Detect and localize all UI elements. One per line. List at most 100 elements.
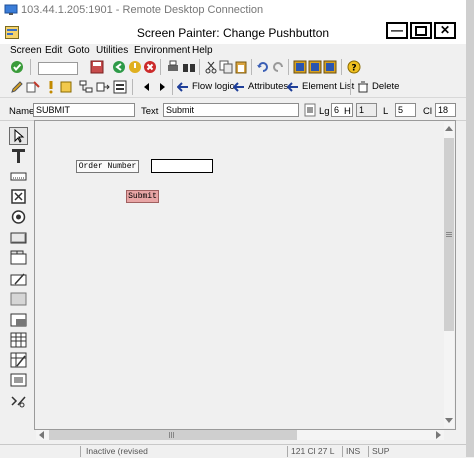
palette-radio-button[interactable] [9, 208, 28, 226]
layout-window-icon[interactable] [308, 60, 322, 74]
thumb-grip [173, 432, 174, 438]
palette-text-field[interactable] [9, 147, 28, 165]
tabstrip-icon [10, 250, 27, 265]
arrow-left-icon [233, 82, 244, 92]
scroll-left-icon[interactable] [38, 431, 44, 439]
custom-control-icon [10, 373, 27, 387]
activate-icon[interactable] [59, 80, 73, 94]
palette-select-tool[interactable] [9, 127, 28, 145]
other-object-icon[interactable] [26, 80, 40, 94]
palette-table-wizard[interactable] [9, 351, 28, 369]
exit-icon[interactable] [128, 60, 142, 74]
cancel-icon[interactable] [143, 60, 157, 74]
thumb-grip [446, 236, 452, 237]
close-icon: ✕ [439, 23, 451, 37]
layout-window-icon[interactable] [323, 60, 337, 74]
delete-label: Delete [372, 81, 400, 92]
thumb-grip [171, 432, 172, 438]
active-inactive-icon[interactable] [44, 80, 58, 94]
close-button[interactable]: ✕ [434, 22, 456, 39]
rdp-title: 103.44.1.205:1901 - Remote Desktop Conne… [21, 4, 264, 16]
save-icon[interactable] [90, 60, 104, 74]
where-used-icon[interactable] [96, 80, 110, 94]
minimize-button[interactable]: — [386, 22, 408, 39]
menu-goto[interactable]: Goto [68, 45, 90, 56]
hierarchy-icon[interactable] [79, 80, 93, 94]
scroll-up-icon[interactable] [445, 125, 453, 131]
order-number-label[interactable]: Order Number [76, 160, 139, 173]
menu-help[interactable]: Help [192, 45, 213, 56]
help-icon[interactable]: ? [347, 60, 361, 74]
palette-status-icon[interactable] [9, 392, 28, 410]
toolbar-separator [172, 79, 173, 95]
name-field[interactable]: SUBMIT [33, 103, 135, 117]
copy-icon[interactable] [219, 60, 233, 74]
arrow-left-icon [287, 82, 298, 92]
submit-pushbutton[interactable]: Submit [126, 190, 159, 203]
scroll-right-icon[interactable] [436, 431, 442, 439]
menu-screen[interactable]: Screen [10, 45, 42, 56]
height-label: H [344, 106, 351, 117]
flow-logic-button[interactable]: Flow logic [177, 80, 234, 94]
element-list-button[interactable]: Element List [287, 80, 354, 94]
palette-checkbox[interactable] [9, 188, 28, 206]
scroll-down-icon[interactable] [445, 418, 453, 424]
status-position: 121 Cl 27 L [291, 446, 335, 456]
menu-edit[interactable]: Edit [45, 45, 62, 56]
attributes-button[interactable]: Attributes [233, 80, 289, 94]
paste-icon[interactable] [234, 60, 248, 74]
delete-button[interactable]: Delete [357, 80, 400, 94]
length-label: Lg [319, 106, 330, 117]
subscreen-icon [10, 313, 27, 327]
icon-selection-icon[interactable] [304, 103, 316, 117]
toolbar-separator [199, 59, 200, 75]
remote-desktop-icon [4, 4, 18, 15]
enter-check-icon[interactable] [10, 60, 24, 74]
palette-input-field[interactable] [9, 168, 28, 186]
maximize-button[interactable] [410, 22, 432, 39]
menu-utilities[interactable]: Utilities [96, 45, 128, 56]
status-ins: INS [346, 446, 361, 456]
order-number-input[interactable] [151, 159, 213, 173]
undo-icon[interactable] [256, 60, 270, 74]
display-change-icon[interactable] [10, 80, 24, 94]
thumb-grip [446, 232, 452, 233]
height-field[interactable]: 1 [356, 103, 377, 117]
column-label: Cl [423, 106, 432, 117]
toolbar-separator [132, 79, 133, 95]
line-label: L [383, 106, 389, 117]
rdp-window-edge [466, 0, 474, 457]
back-icon[interactable] [112, 60, 126, 74]
palette-tabstrip[interactable] [9, 249, 28, 267]
layout-window-icon[interactable] [293, 60, 307, 74]
palette-box[interactable] [9, 290, 28, 308]
toolbar-separator [341, 59, 342, 75]
status-bar [0, 444, 466, 458]
print-icon[interactable] [166, 60, 180, 74]
text-field[interactable]: Submit [163, 103, 299, 117]
screen-list-icon[interactable] [113, 80, 127, 94]
menu-environment[interactable]: Environment [134, 45, 190, 56]
next-arrow-icon[interactable] [155, 80, 169, 94]
palette-pushbutton[interactable] [9, 229, 28, 247]
status-divider [287, 446, 288, 457]
status-language: SUP [372, 446, 390, 456]
palette-table-control[interactable] [9, 331, 28, 349]
arrow-left-icon [177, 82, 188, 92]
palette-subscreen[interactable] [9, 311, 28, 329]
thumb-grip [446, 234, 452, 235]
column-field[interactable]: 18 [435, 103, 456, 117]
attributes-label: Attributes [248, 81, 289, 92]
palette-custom-control[interactable] [9, 371, 28, 389]
svg-text:?: ? [351, 64, 356, 74]
radio-button-icon [11, 210, 26, 224]
palette-tabstrip-wizard[interactable] [9, 270, 28, 288]
box-icon [10, 292, 27, 306]
command-field[interactable] [38, 62, 78, 75]
cut-icon[interactable] [204, 60, 218, 74]
previous-arrow-icon[interactable] [140, 80, 154, 94]
find-icon[interactable] [182, 60, 196, 74]
redo-icon[interactable] [271, 60, 285, 74]
status-divider [342, 446, 343, 457]
line-field[interactable]: 5 [395, 103, 416, 117]
